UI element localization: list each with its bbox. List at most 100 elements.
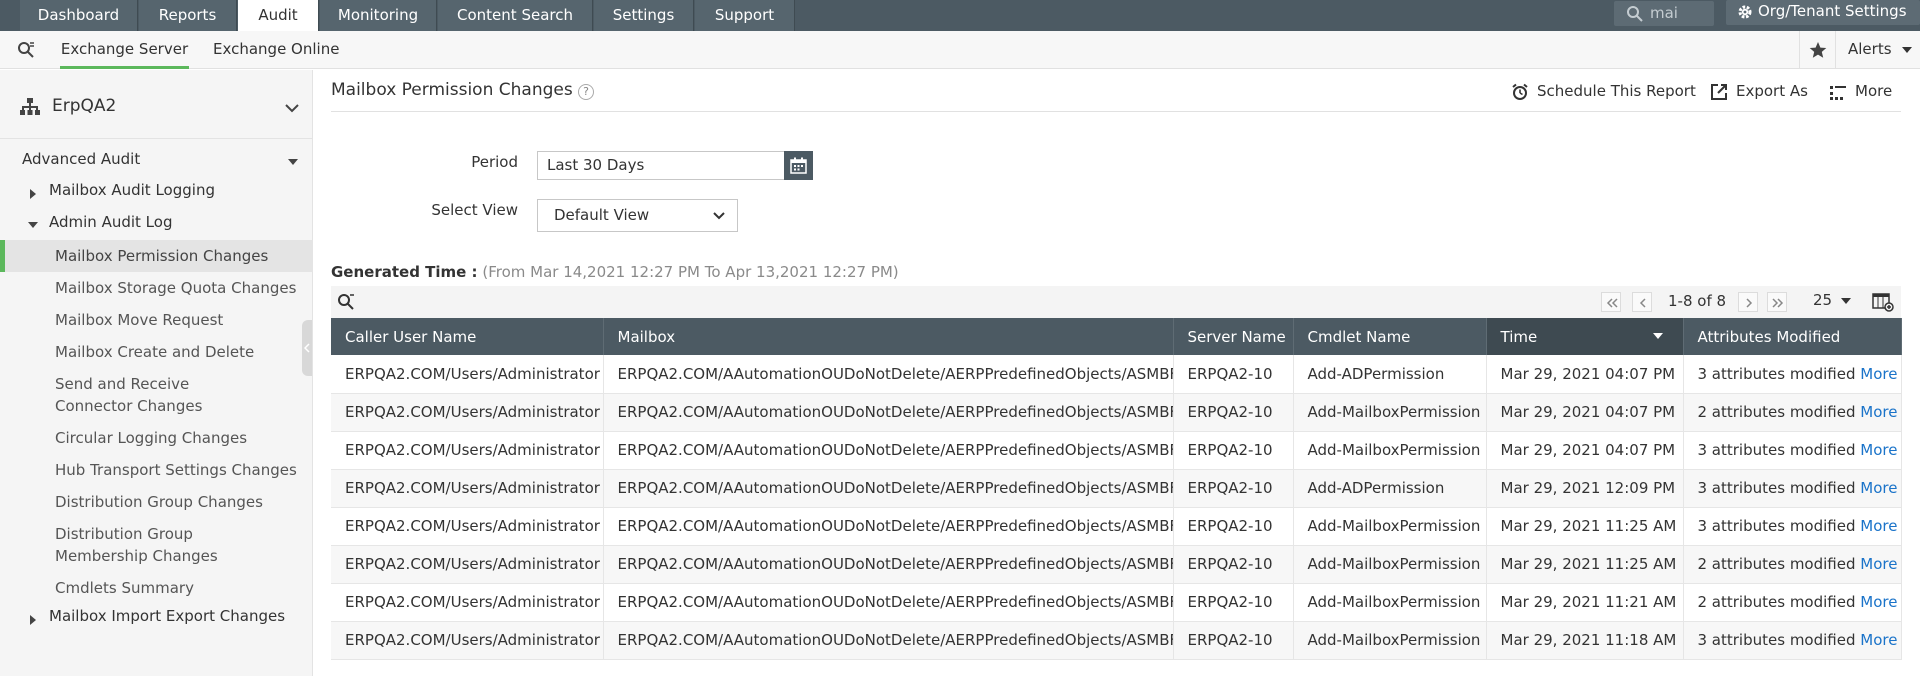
col-header-time[interactable]: Time [1486, 318, 1684, 355]
sidebar-collapse-handle[interactable] [302, 320, 312, 376]
sidebar-item-mailbox-create-and-delete[interactable]: Mailbox Create and Delete [0, 341, 313, 363]
col-header-mailbox[interactable]: Mailbox [603, 318, 1174, 355]
prev-page-button[interactable] [1632, 292, 1652, 312]
select-view-label: Select View [431, 201, 518, 219]
col-header-server-name[interactable]: Server Name [1173, 318, 1294, 355]
caret-down-icon[interactable] [28, 222, 38, 228]
chevron-right-icon [1746, 298, 1753, 308]
org-tenant-settings-label: Org/Tenant Settings [1758, 2, 1907, 20]
more-link[interactable]: More [1860, 479, 1897, 497]
sidebar-item-mailbox-permission-changes[interactable]: Mailbox Permission Changes [0, 240, 313, 272]
table-header-row: Caller User Name Mailbox Server Name Cmd… [331, 318, 1902, 355]
sidebar-item-send-receive-connector-changes[interactable]: Send and Receive Connector Changes [0, 373, 270, 417]
sidebar-item-hub-transport-settings-changes[interactable]: Hub Transport Settings Changes [0, 459, 313, 481]
view-select[interactable]: Default View [537, 199, 738, 232]
more-actions-button[interactable]: More [1829, 82, 1892, 100]
table-row: ERPQA2.COM/Users/Administrator ERPQA2.CO… [331, 621, 1902, 660]
schedule-report-button[interactable]: Schedule This Report [1511, 82, 1696, 100]
next-page-button[interactable] [1738, 292, 1758, 312]
sidebar-group-admin-audit-log[interactable]: Admin Audit Log [49, 213, 172, 231]
cell-server: ERPQA2-10 [1173, 355, 1294, 394]
caret-right-icon[interactable] [30, 189, 36, 199]
cell-mailbox: ERPQA2.COM/AAutomationOUDoNotDelete/AERP… [603, 621, 1174, 660]
sidebar-item-distribution-group-changes[interactable]: Distribution Group Changes [0, 491, 313, 513]
cell-attributes: 3 attributes modified More [1683, 355, 1902, 394]
tab-support[interactable]: Support [695, 0, 795, 31]
sidebar-group-mailbox-import-export-changes[interactable]: Mailbox Import Export Changes [49, 607, 285, 625]
report-table: Caller User Name Mailbox Server Name Cmd… [331, 318, 1902, 660]
cell-time: Mar 29, 2021 11:21 AM [1486, 583, 1684, 622]
schedule-report-label: Schedule This Report [1537, 82, 1696, 100]
more-link[interactable]: More [1860, 403, 1897, 421]
page-title: Mailbox Permission Changes [331, 80, 573, 100]
subtab-exchange-online[interactable]: Exchange Online [213, 31, 339, 69]
first-page-button[interactable] [1601, 292, 1621, 312]
sidebar-item-cmdlets-summary[interactable]: Cmdlets Summary [0, 577, 313, 599]
cell-time: Mar 29, 2021 04:07 PM [1486, 393, 1684, 432]
cell-cmdlet: Add-MailboxPermission [1293, 393, 1487, 432]
col-header-caller-user-name[interactable]: Caller User Name [331, 318, 604, 355]
more-link[interactable]: More [1860, 631, 1897, 649]
org-tenant-settings-button[interactable]: Org/Tenant Settings [1726, 0, 1920, 25]
tab-monitoring[interactable]: Monitoring [320, 0, 437, 31]
caret-down-icon [1840, 297, 1851, 304]
tab-reports[interactable]: Reports [139, 0, 237, 31]
sidebar-item-mailbox-storage-quota-changes[interactable]: Mailbox Storage Quota Changes [0, 277, 313, 299]
tab-content-search[interactable]: Content Search [438, 0, 593, 31]
page-size-select[interactable]: 25 [1813, 291, 1851, 309]
tab-audit[interactable]: Audit [238, 0, 319, 31]
cell-attributes: 2 attributes modified More [1683, 583, 1902, 622]
sidebar-divider [0, 138, 313, 139]
more-link[interactable]: More [1860, 441, 1897, 459]
cell-mailbox: ERPQA2.COM/AAutomationOUDoNotDelete/AERP… [603, 583, 1174, 622]
cell-attributes: 3 attributes modified More [1683, 621, 1902, 660]
caret-right-icon[interactable] [30, 615, 36, 625]
more-link[interactable]: More [1860, 555, 1897, 573]
sidebar-item-distribution-group-membership-changes[interactable]: Distribution Group Membership Changes [0, 523, 290, 567]
last-page-button[interactable] [1767, 292, 1787, 312]
cell-server: ERPQA2-10 [1173, 583, 1294, 622]
attributes-text: 3 attributes modified [1697, 441, 1856, 459]
help-icon[interactable]: ? [578, 84, 594, 100]
cell-caller: ERPQA2.COM/Users/Administrator [331, 469, 604, 508]
period-input[interactable]: Last 30 Days [537, 151, 785, 180]
caret-down-icon[interactable] [288, 159, 298, 165]
favorites-button[interactable] [1799, 31, 1835, 69]
alerts-menu[interactable]: Alerts [1835, 31, 1920, 69]
cell-attributes: 3 attributes modified More [1683, 469, 1902, 508]
table-row: ERPQA2.COM/Users/Administrator ERPQA2.CO… [331, 507, 1902, 546]
cell-caller: ERPQA2.COM/Users/Administrator [331, 431, 604, 470]
tab-dashboard[interactable]: Dashboard [20, 0, 138, 31]
calendar-icon [790, 157, 807, 174]
search-settings-icon[interactable] [16, 40, 36, 60]
table-search-icon[interactable] [337, 293, 355, 311]
cell-time: Mar 29, 2021 11:25 AM [1486, 507, 1684, 546]
sidebar-item-mailbox-move-request[interactable]: Mailbox Move Request [0, 309, 313, 331]
col-header-time-label: Time [1500, 327, 1538, 346]
tab-settings[interactable]: Settings [594, 0, 694, 31]
column-chooser-icon[interactable] [1872, 292, 1894, 312]
more-link[interactable]: More [1860, 517, 1897, 535]
col-header-attributes-modified[interactable]: Attributes Modified [1683, 318, 1902, 355]
col-header-cmdlet-name[interactable]: Cmdlet Name [1293, 318, 1487, 355]
cell-server: ERPQA2-10 [1173, 545, 1294, 584]
domain-selector[interactable]: ErpQA2 [20, 96, 116, 116]
more-link[interactable]: More [1860, 593, 1897, 611]
global-search-input[interactable]: mai [1614, 1, 1714, 26]
cell-mailbox: ERPQA2.COM/AAutomationOUDoNotDelete/AERP… [603, 431, 1174, 470]
gear-icon [1738, 5, 1752, 19]
cell-cmdlet: Add-MailboxPermission [1293, 545, 1487, 584]
more-menu-icon [1830, 86, 1846, 100]
subtab-exchange-server[interactable]: Exchange Server [60, 31, 189, 69]
export-as-button[interactable]: Export As [1710, 82, 1808, 100]
chevron-down-icon[interactable] [285, 104, 299, 113]
sidebar-section-advanced-audit[interactable]: Advanced Audit [22, 150, 140, 168]
sidebar-group-mailbox-audit-logging[interactable]: Mailbox Audit Logging [49, 181, 215, 199]
export-icon [1711, 84, 1727, 100]
sidebar-item-circular-logging-changes[interactable]: Circular Logging Changes [0, 427, 313, 449]
star-icon [1809, 42, 1827, 58]
cell-cmdlet: Add-MailboxPermission [1293, 431, 1487, 470]
more-link[interactable]: More [1860, 365, 1897, 383]
table-row: ERPQA2.COM/Users/Administrator ERPQA2.CO… [331, 583, 1902, 622]
calendar-button[interactable] [784, 151, 813, 180]
